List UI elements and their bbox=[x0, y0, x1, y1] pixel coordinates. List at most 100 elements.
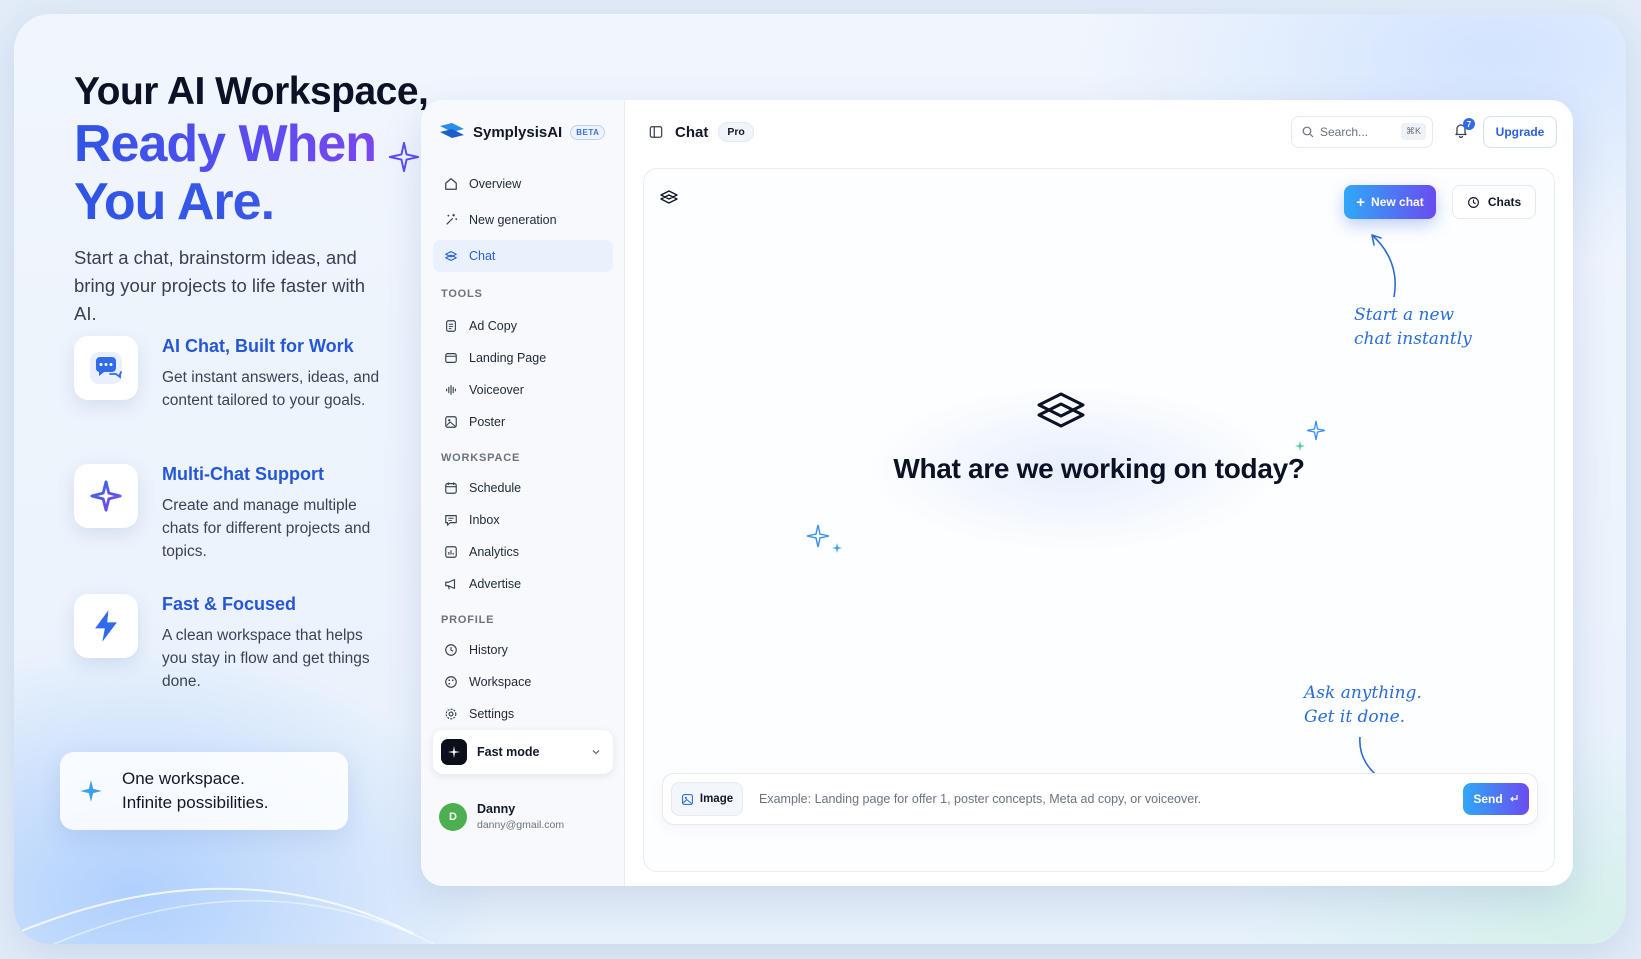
hero-subtitle: Start a chat, brainstorm ideas, and brin… bbox=[74, 246, 365, 324]
nav-label: Schedule bbox=[469, 481, 522, 495]
notifications-button[interactable]: 7 bbox=[1453, 118, 1475, 142]
brand[interactable]: SymplysisAI BETA bbox=[439, 122, 606, 142]
feature-desc: Get instant answers, ideas, and content … bbox=[162, 369, 380, 409]
chevron-down-icon bbox=[592, 750, 600, 755]
topbar: Chat Pro Search... ⌘K 7 Upgrade bbox=[625, 100, 1573, 164]
tagline-card: One workspace. Infinite possibilities. bbox=[60, 752, 348, 830]
send-button[interactable]: Send bbox=[1463, 783, 1529, 815]
send-label: Send bbox=[1473, 792, 1503, 806]
sidebar-toggle-icon[interactable] bbox=[649, 125, 663, 139]
message-input[interactable] bbox=[759, 792, 1463, 806]
brand-name: SymplysisAI bbox=[473, 123, 563, 141]
nav-label: Settings bbox=[469, 707, 515, 721]
image-button[interactable]: Image bbox=[671, 782, 743, 816]
search-input[interactable]: Search... ⌘K bbox=[1291, 116, 1433, 148]
gear-icon bbox=[443, 706, 459, 722]
user-name: Danny bbox=[477, 802, 516, 816]
hero-title-line3: You Are. bbox=[74, 172, 275, 231]
hero-section: Your AI Workspace, Ready When You Are. S… bbox=[74, 68, 434, 328]
audio-wave-icon bbox=[443, 382, 459, 398]
image-button-label: Image bbox=[699, 793, 734, 805]
app-window: SymplysisAI BETA Overview New generation… bbox=[421, 100, 1573, 886]
feature-title: Fast & Focused bbox=[162, 594, 297, 614]
chats-button[interactable]: Chats bbox=[1452, 185, 1536, 219]
nav-settings[interactable]: Settings bbox=[433, 698, 613, 730]
annotation-line: Start a new bbox=[1354, 305, 1455, 325]
feature-ai-chat: AI Chat, Built for Work Get instant answ… bbox=[74, 336, 394, 446]
nav-inbox[interactable]: Inbox bbox=[433, 504, 613, 536]
clock-icon bbox=[1467, 196, 1479, 208]
sparkle-icon bbox=[74, 464, 138, 528]
nav-schedule[interactable]: Schedule bbox=[433, 472, 613, 504]
notification-count: 7 bbox=[1463, 118, 1475, 130]
sidebar: SymplysisAI BETA Overview New generation… bbox=[421, 100, 625, 886]
sparkle-icon bbox=[1295, 420, 1326, 451]
section-tools: TOOLS bbox=[441, 288, 483, 300]
annotation-line: chat instantly bbox=[1354, 329, 1472, 349]
upgrade-button[interactable]: Upgrade bbox=[1483, 116, 1557, 148]
message-icon bbox=[443, 512, 459, 528]
search-placeholder: Search... bbox=[1320, 125, 1369, 139]
nav-label: New generation bbox=[469, 213, 557, 227]
image-icon bbox=[681, 793, 693, 805]
tagline-line1: One workspace. bbox=[122, 769, 245, 788]
nav-advertise[interactable]: Advertise bbox=[433, 568, 613, 600]
enter-icon bbox=[1509, 795, 1518, 802]
nav-ad-copy[interactable]: Ad Copy bbox=[433, 310, 613, 342]
nav-history[interactable]: History bbox=[433, 634, 613, 666]
sparkle-icon bbox=[806, 524, 842, 553]
nav-label: History bbox=[469, 643, 508, 657]
nav-new-generation[interactable]: New generation bbox=[433, 204, 613, 236]
feature-title: Multi-Chat Support bbox=[162, 464, 324, 484]
magic-wand-icon bbox=[443, 212, 459, 228]
avatar: D bbox=[439, 802, 467, 831]
nav-label: Landing Page bbox=[469, 351, 547, 365]
nav-label: Analytics bbox=[469, 545, 520, 559]
sparkle-icon bbox=[388, 141, 419, 172]
nav-voiceover[interactable]: Voiceover bbox=[433, 374, 613, 406]
nav-label: Voiceover bbox=[469, 383, 524, 397]
nav-workspace[interactable]: Workspace bbox=[433, 666, 613, 698]
plan-badge: Pro bbox=[718, 122, 754, 142]
calendar-icon bbox=[443, 480, 459, 496]
annotation-new-chat: Start a new chat instantly bbox=[1354, 303, 1472, 351]
logo-icon bbox=[440, 123, 464, 138]
nav-label: Workspace bbox=[469, 675, 532, 689]
chat-composer: Image Send bbox=[662, 773, 1538, 825]
nav-landing-page[interactable]: Landing Page bbox=[433, 342, 613, 374]
chat-logo-icon bbox=[443, 248, 459, 264]
nav-chat[interactable]: Chat bbox=[433, 240, 613, 272]
nav-label: Advertise bbox=[469, 577, 522, 591]
megaphone-icon bbox=[443, 576, 459, 592]
arrow-annotation bbox=[1371, 234, 1396, 298]
nav-poster[interactable]: Poster bbox=[433, 406, 613, 438]
home-icon bbox=[443, 176, 459, 192]
feature-title: AI Chat, Built for Work bbox=[162, 336, 354, 356]
annotation-ask: Ask anything. Get it done. bbox=[1304, 681, 1422, 729]
annotation-line: Get it done. bbox=[1304, 707, 1406, 727]
chats-label: Chats bbox=[1487, 195, 1522, 209]
browser-window-icon bbox=[443, 350, 459, 366]
background-frame: Your AI Workspace, Ready When You Are. S… bbox=[14, 14, 1626, 944]
image-icon bbox=[443, 414, 459, 430]
page-title: Chat bbox=[675, 123, 709, 141]
shortcut-badge: ⌘K bbox=[1400, 123, 1426, 140]
hero-title-line1: Your AI Workspace, bbox=[74, 70, 429, 113]
hero-title-line2: Ready When bbox=[74, 115, 377, 173]
clock-icon bbox=[443, 642, 459, 658]
chat-panel: + New chat Chats Start a new chat instan… bbox=[643, 168, 1555, 872]
nav-overview[interactable]: Overview bbox=[433, 168, 613, 200]
search-icon bbox=[1302, 126, 1314, 138]
nav-analytics[interactable]: Analytics bbox=[433, 536, 613, 568]
document-icon bbox=[443, 318, 459, 334]
user-profile[interactable]: D Danny danny@gmail.com bbox=[439, 802, 564, 831]
nav-label: Poster bbox=[469, 415, 506, 429]
bar-chart-icon bbox=[443, 544, 459, 560]
tagline-line2: Infinite possibilities. bbox=[122, 793, 269, 812]
chat-headline: What are we working on today? bbox=[893, 453, 1305, 484]
mode-selector[interactable]: Fast mode bbox=[433, 730, 613, 774]
new-chat-button[interactable]: + New chat bbox=[1344, 185, 1436, 219]
palette-icon bbox=[443, 674, 459, 690]
sparkle-icon bbox=[80, 780, 102, 802]
section-profile: PROFILE bbox=[441, 614, 495, 626]
